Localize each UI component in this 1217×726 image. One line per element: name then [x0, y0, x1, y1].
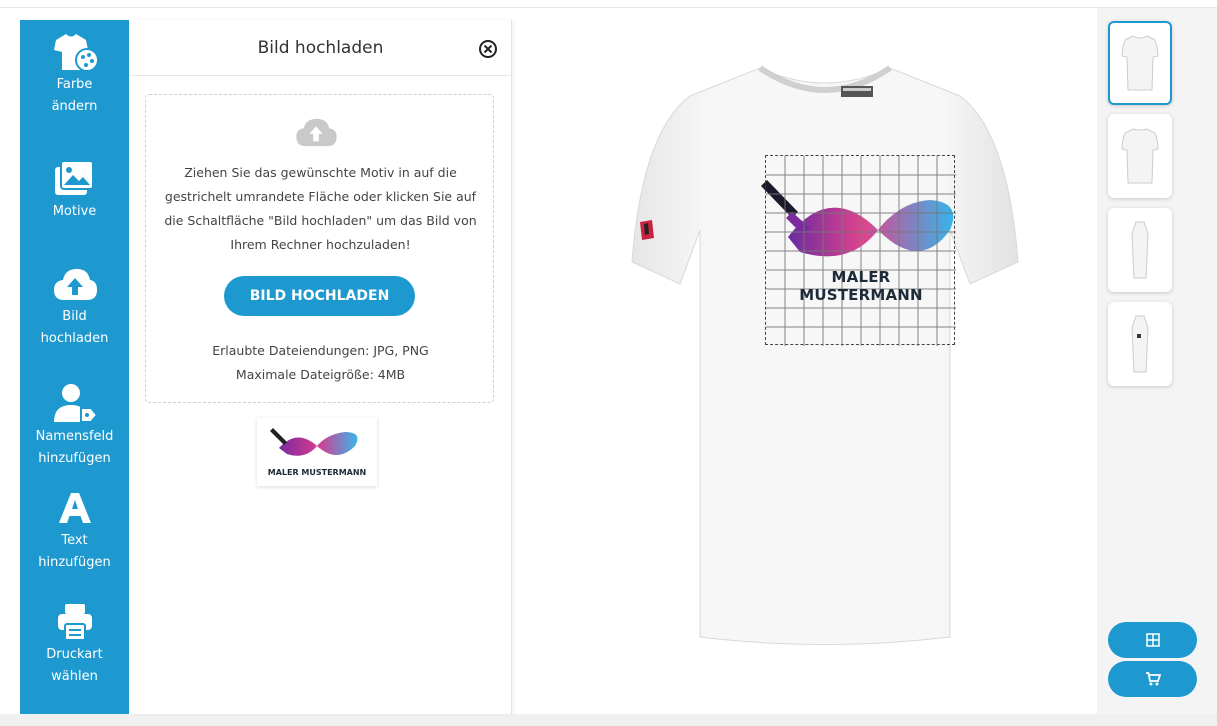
tshirt-side-icon	[1131, 221, 1149, 279]
tshirt-image	[631, 65, 1019, 645]
sidebar-item-label: wählen	[51, 669, 98, 684]
allowed-extensions: Erlaubte Dateiendungen: JPG, PNG	[212, 343, 429, 358]
cart-button[interactable]	[1108, 661, 1197, 697]
upload-instructions: Ziehen Sie das gewünschte Motiv in auf d…	[164, 165, 477, 252]
tshirt-side-icon	[1131, 315, 1149, 373]
view-thumb-back[interactable]	[1108, 114, 1172, 198]
sidebar-item-namefield[interactable]: Namensfeld hinzufügen	[20, 382, 129, 470]
sidebar-item-label: Druckart	[46, 647, 103, 662]
panel-title: Bild hochladen	[257, 37, 384, 58]
sidebar-item-label: Farbe	[56, 77, 93, 92]
grid-toggle-button[interactable]	[1108, 622, 1197, 658]
print-area[interactable]	[765, 155, 956, 346]
view-thumb-left[interactable]	[1108, 208, 1172, 292]
tshirt-canvas[interactable]	[630, 62, 1020, 652]
sidebar-item-label: Namensfeld	[35, 429, 114, 444]
max-filesize: Maximale Dateigröße: 4MB	[235, 367, 406, 382]
sidebar: Farbe ändern Motive Bild hochladen Namen…	[20, 20, 129, 714]
sidebar-item-label: Motive	[52, 204, 97, 219]
panel-header: Bild hochladen	[129, 20, 512, 76]
view-thumb-right[interactable]	[1108, 302, 1172, 386]
sidebar-item-color[interactable]: Farbe ändern	[20, 30, 129, 118]
bottom-strip	[0, 714, 1217, 726]
close-icon[interactable]	[478, 39, 498, 59]
user-tag-icon	[51, 382, 99, 426]
top-border	[0, 0, 1217, 8]
upload-button[interactable]: BILD HOCHLADEN	[224, 276, 415, 316]
grid-icon	[1145, 633, 1160, 647]
letter-a-icon	[51, 486, 99, 530]
cloud-upload-icon	[294, 117, 338, 152]
sidebar-item-printtype[interactable]: Druckart wählen	[20, 600, 129, 688]
sidebar-item-label: hochladen	[40, 331, 109, 346]
tshirt-front-icon	[1121, 35, 1159, 91]
sidebar-item-upload[interactable]: Bild hochladen	[20, 262, 129, 350]
view-thumb-front[interactable]	[1108, 21, 1172, 105]
uploaded-image-thumbnail[interactable]: MALER MUSTERMANN	[257, 418, 377, 486]
sidebar-item-label: Bild	[62, 309, 87, 324]
upload-panel: Bild hochladen Ziehen Sie das gewünschte…	[129, 20, 512, 714]
tshirt-palette-icon	[51, 30, 99, 74]
dropzone[interactable]: Ziehen Sie das gewünschte Motiv in auf d…	[145, 94, 494, 403]
printer-icon	[51, 600, 99, 644]
logo-graphic	[270, 428, 358, 456]
print-grid	[766, 156, 956, 346]
cloud-upload-icon	[51, 262, 99, 306]
sidebar-item-label: hinzufügen	[38, 451, 111, 466]
sidebar-item-text[interactable]: Text hinzufügen	[20, 486, 129, 574]
tshirt-back-icon	[1121, 128, 1159, 184]
cart-icon	[1145, 672, 1161, 686]
logo-text: MALER MUSTERMANN	[267, 468, 367, 477]
sidebar-item-motive[interactable]: Motive	[20, 157, 129, 223]
sidebar-item-label: hinzufügen	[38, 555, 111, 570]
sidebar-item-label: ändern	[51, 99, 98, 114]
sidebar-item-label: Text	[61, 533, 88, 548]
image-icon	[51, 157, 99, 201]
print-text: MALER MUSTERMANN	[799, 268, 923, 304]
